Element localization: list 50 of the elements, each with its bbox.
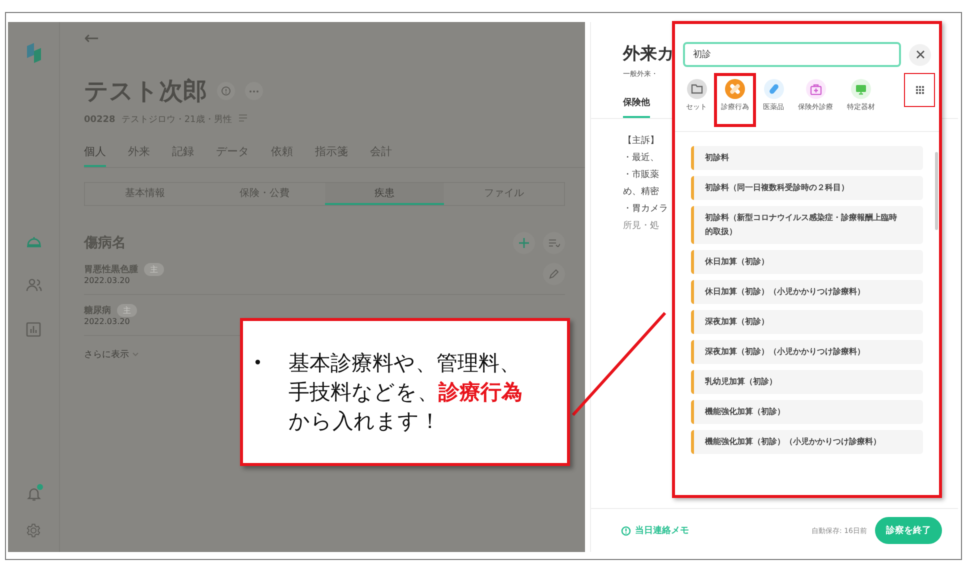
result-item[interactable]: 初診料（同一日複数科受診時の２科目） — [691, 176, 923, 200]
bell-icon[interactable] — [26, 486, 40, 501]
bandage-icon — [725, 79, 745, 99]
result-item[interactable]: 深夜加算（初診）（小児かかりつけ診療料） — [691, 340, 923, 364]
info-icon — [621, 526, 631, 536]
close-button[interactable] — [909, 44, 931, 66]
result-item[interactable]: 深夜加算（初診） — [691, 310, 923, 334]
result-item[interactable]: 初診料（新型コロナウイルス感染症・診療報酬上臨時的取扱） — [691, 206, 923, 244]
result-item[interactable]: 休日加算（初診） — [691, 250, 923, 274]
note-line: ・胃カメラ — [623, 203, 668, 216]
result-item[interactable]: 機能強化加算（初診） — [691, 400, 923, 424]
patient-name: テスト次郎 — [84, 76, 207, 107]
logo-icon — [26, 42, 42, 64]
panel-title: 外来カ — [623, 43, 674, 65]
close-icon — [916, 50, 924, 59]
scrollbar[interactable] — [935, 152, 938, 230]
pencil-icon — [549, 269, 559, 279]
folder-icon — [686, 79, 706, 99]
disease-date: 2022.03.20 — [84, 317, 131, 326]
note-line: ・市販薬 — [623, 168, 659, 182]
grid-icon — [916, 86, 924, 94]
bullet-mark: • — [253, 352, 262, 374]
pill-icon — [764, 79, 784, 99]
note-line: め、精密 — [623, 186, 659, 199]
note-line: ・最近、 — [623, 152, 659, 165]
bell-tray-icon[interactable] — [26, 234, 42, 248]
add-button[interactable] — [513, 232, 535, 254]
result-item[interactable]: 休日加算（初診）（小児かかりつけ診療料） — [691, 280, 923, 304]
monitor-icon — [851, 79, 871, 99]
info-icon[interactable] — [217, 82, 235, 100]
sort-button[interactable] — [543, 232, 565, 254]
search-field[interactable]: 初診 — [683, 42, 901, 67]
edit-button[interactable] — [543, 263, 565, 285]
plus-icon — [519, 238, 529, 248]
disease-date: 2022.03.20 — [84, 276, 131, 285]
chart-icon[interactable] — [26, 322, 41, 337]
more-icon[interactable] — [245, 82, 263, 100]
grid-button[interactable] — [904, 73, 935, 107]
note-line: 【主訴】 — [623, 134, 659, 148]
result-item[interactable]: 初診料 — [691, 146, 923, 170]
people-icon[interactable] — [26, 278, 42, 292]
result-item[interactable]: 乳幼児加算（初診） — [691, 370, 923, 394]
sort-icon — [548, 239, 560, 247]
tab[interactable]: 保険他 — [623, 96, 650, 118]
chevron-down-icon — [132, 352, 139, 357]
result-item[interactable]: 機能強化加算（初診）（小児かかりつけ診療料） — [691, 430, 923, 454]
callout-text: 基本診療料や、管理料、手技料などを、診療行為から入れます！ — [288, 350, 524, 435]
settings-icon[interactable] — [26, 523, 41, 538]
medical-bag-icon — [806, 79, 826, 99]
note-line: 所見・処 — [623, 220, 659, 233]
